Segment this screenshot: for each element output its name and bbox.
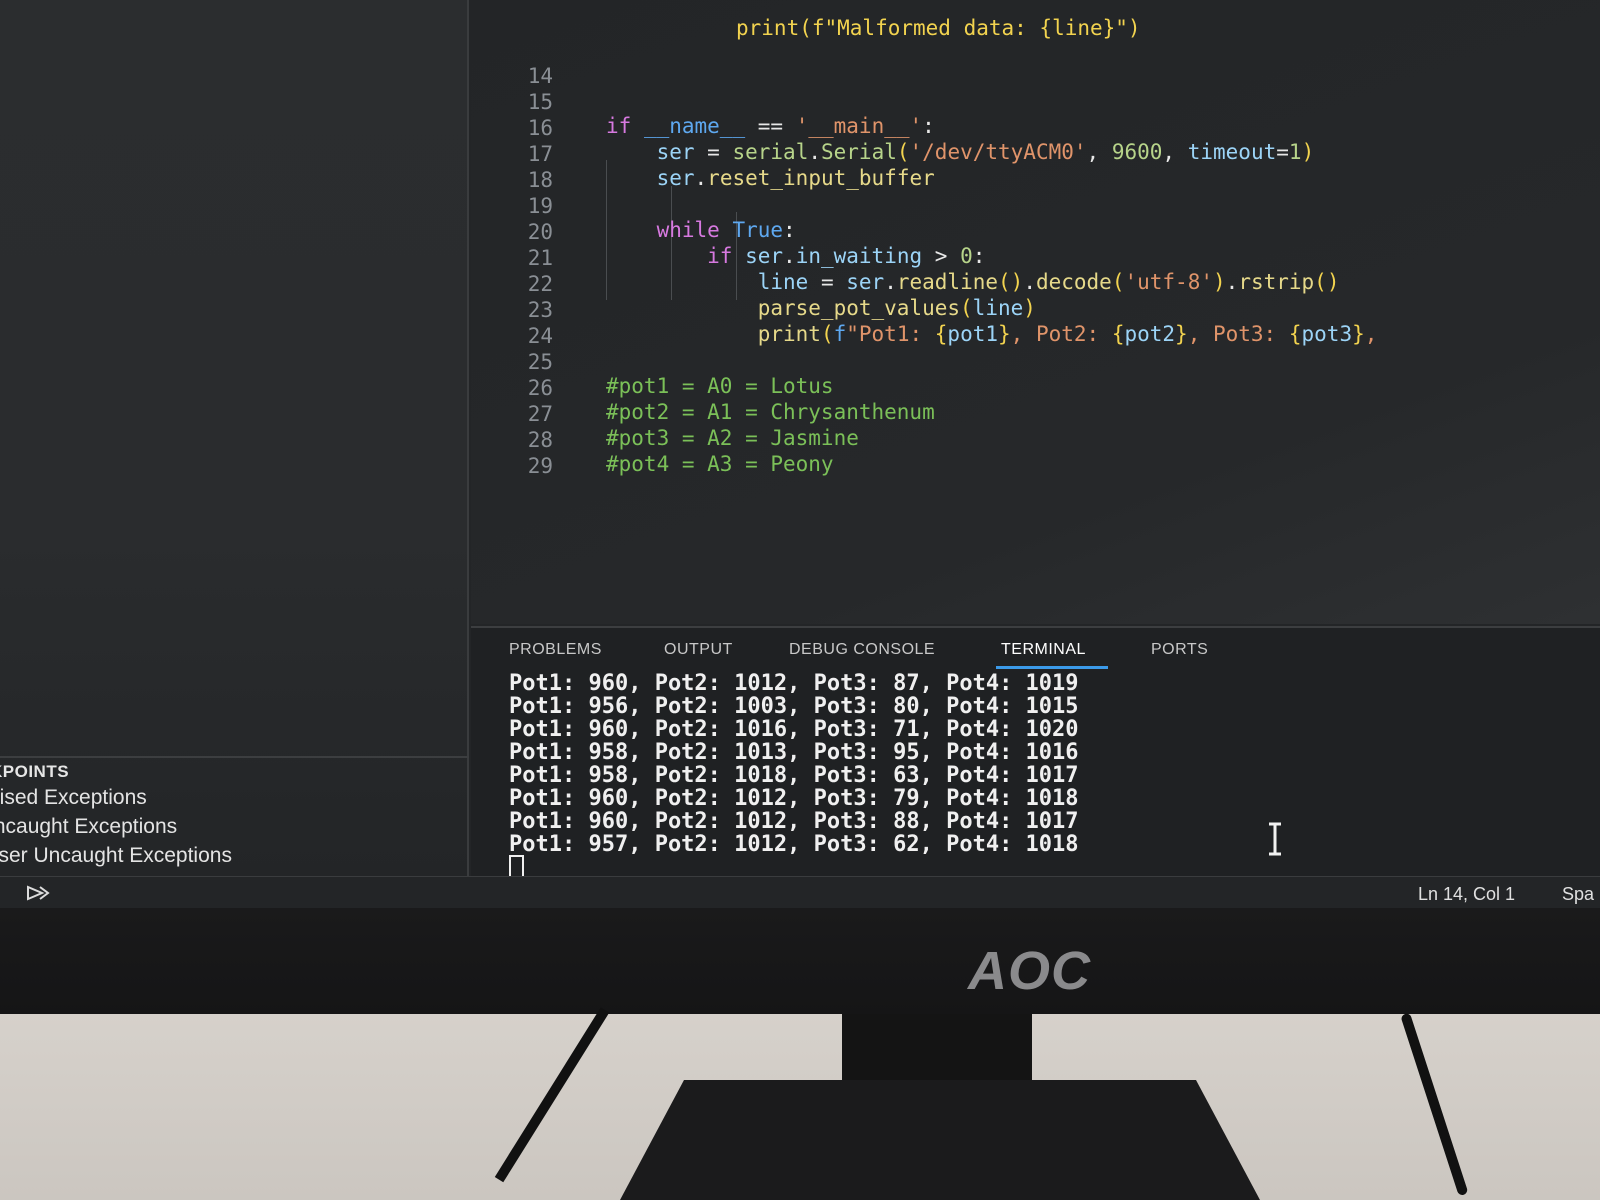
code-line: 27 #pot3 = A2 = Jasmine bbox=[471, 378, 1600, 450]
terminal-line: Pot1: 960, Pot2: 1016, Pot3: 71, Pot4: 1… bbox=[509, 717, 1079, 742]
monitor-stand-neck bbox=[842, 1014, 1032, 1084]
text-cursor-icon bbox=[1269, 822, 1281, 856]
indentation-spaces[interactable]: Spa bbox=[1562, 884, 1594, 905]
code-line: 18 bbox=[471, 144, 1600, 192]
tab-problems[interactable]: PROBLEMS bbox=[509, 641, 602, 659]
terminal-line: Pot1: 960, Pot2: 1012, Pot3: 87, Pot4: 1… bbox=[509, 671, 1079, 696]
code-text: print(f"Malformed data: {line}") bbox=[736, 16, 1141, 40]
monitor-stand-base bbox=[620, 1080, 1260, 1200]
partial-code: print(f"Malformed data: {line}") bbox=[736, 16, 1141, 40]
breakpoints-title[interactable]: KPOINTS bbox=[0, 762, 69, 782]
terminal-line: Pot1: 960, Pot2: 1012, Pot3: 79, Pot4: 1… bbox=[509, 786, 1079, 811]
code-line: 19 while True: bbox=[471, 170, 1600, 242]
active-tab-indicator bbox=[996, 666, 1108, 669]
tab-debug-console[interactable]: DEBUG CONSOLE bbox=[789, 641, 935, 659]
breakpoint-raised-exceptions[interactable]: aised Exceptions bbox=[0, 786, 147, 810]
code-line-partial: print(f"Malformed data: {line}") bbox=[471, 0, 1600, 40]
tab-output[interactable]: OUTPUT bbox=[664, 641, 733, 659]
terminal-line: Pot1: 957, Pot2: 1012, Pot3: 62, Pot4: 1… bbox=[509, 832, 1079, 857]
breakpoints-section: KPOINTS aised Exceptions Incaught Except… bbox=[0, 756, 469, 876]
terminal-line: Pot1: 958, Pot2: 1018, Pot3: 63, Pot4: 1… bbox=[509, 763, 1079, 788]
code-line: 26 #pot2 = A1 = Chrysanthenum bbox=[471, 352, 1600, 424]
terminal-line: Pot1: 958, Pot2: 1013, Pot3: 95, Pot4: 1… bbox=[509, 740, 1079, 765]
code-line: 22 parse_pot_values(line) bbox=[471, 248, 1600, 320]
code-line: 16 ser = serial.Serial('/dev/ttyACM0', 9… bbox=[471, 92, 1600, 164]
tab-ports[interactable]: PORTS bbox=[1151, 641, 1208, 659]
bottom-panel: PROBLEMS OUTPUT DEBUG CONSOLE TERMINAL P… bbox=[471, 626, 1600, 878]
terminal-cursor[interactable] bbox=[509, 855, 524, 878]
debug-run-icon[interactable] bbox=[24, 883, 50, 903]
line-number: 29 bbox=[527, 454, 553, 478]
status-bar: Ln 14, Col 1 Spa bbox=[0, 876, 1600, 908]
monitor-brand-logo: AOC bbox=[968, 941, 1091, 1001]
breakpoint-uncaught-exceptions[interactable]: Incaught Exceptions bbox=[0, 815, 177, 839]
code-editor[interactable]: print(f"Malformed data: {line}") 14 15 i… bbox=[471, 0, 1600, 624]
cursor-position[interactable]: Ln 14, Col 1 bbox=[1418, 884, 1515, 905]
code-line: 20 if ser.in_waiting > 0: bbox=[471, 196, 1600, 268]
code-line: 23 print(f"Pot1: {pot1}, Pot2: {pot2}, P… bbox=[471, 274, 1600, 346]
monitor-bezel bbox=[0, 908, 1600, 1014]
code-line: 15 if __name__ == '__main__': bbox=[471, 66, 1600, 138]
sidebar: KPOINTS aised Exceptions Incaught Except… bbox=[0, 0, 469, 876]
monitor-screen: KPOINTS aised Exceptions Incaught Except… bbox=[0, 0, 1600, 908]
code-line: 21 line = ser.readline().decode('utf-8')… bbox=[471, 222, 1600, 294]
code-line: 29 bbox=[471, 430, 1600, 478]
code-line: 14 bbox=[471, 40, 1600, 88]
code-line: 25 #pot1 = A0 = Lotus bbox=[471, 326, 1600, 398]
tab-terminal[interactable]: TERMINAL bbox=[1001, 641, 1086, 659]
terminal-line: Pot1: 960, Pot2: 1012, Pot3: 88, Pot4: 1… bbox=[509, 809, 1079, 834]
terminal-line: Pot1: 956, Pot2: 1003, Pot3: 80, Pot4: 1… bbox=[509, 694, 1079, 719]
breakpoint-user-uncaught-exceptions[interactable]: Jser Uncaught Exceptions bbox=[0, 844, 232, 868]
code-line: 24 bbox=[471, 300, 1600, 348]
code-line: 28 #pot4 = A3 = Peony bbox=[471, 404, 1600, 476]
code-line: 17 ser.reset_input_buffer bbox=[471, 118, 1600, 190]
